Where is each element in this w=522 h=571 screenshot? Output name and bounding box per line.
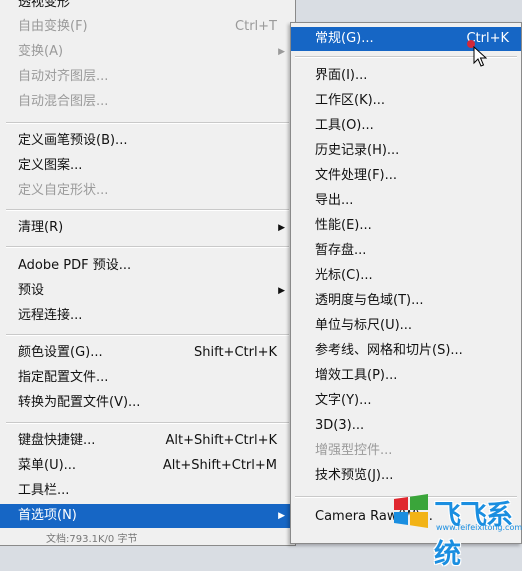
menu-item-shortcut: Alt+Shift+Ctrl+M	[162, 458, 277, 473]
submenu-arrow-icon: ▶	[278, 286, 285, 296]
edit-menu: 透视变形 自由变换(F) Ctrl+T 变换(A) ▶ 自动对齐图层... 自动混合…	[0, 0, 296, 546]
menu-item-color-settings[interactable]: 颜色设置(G)... Shift+Ctrl+K	[0, 341, 295, 365]
menu-item-label: 首选项(N)	[18, 508, 77, 523]
mouse-pointer-icon	[473, 46, 487, 67]
menu-separator	[6, 422, 289, 424]
menu-item-label: 自由变换(F)	[18, 19, 88, 34]
submenu-item-transparency-gamut[interactable]: 透明度与色域(T)...	[291, 289, 521, 313]
menu-item-label: 键盘快捷键...	[18, 433, 96, 448]
submenu-item-guides-grid-slices[interactable]: 参考线、网格和切片(S)...	[291, 339, 521, 363]
menu-item-label: 颜色设置(G)...	[18, 345, 103, 360]
menu-item-menus[interactable]: 菜单(U)... Alt+Shift+Ctrl+M	[0, 454, 295, 478]
menu-item-define-brush-preset[interactable]: 定义画笔预设(B)...	[0, 129, 295, 153]
submenu-item-3d[interactable]: 3D(3)...	[291, 414, 521, 438]
submenu-item-workspace[interactable]: 工作区(K)...	[291, 89, 521, 113]
menu-item-label: 变换(A)	[18, 44, 64, 59]
submenu-item-technology-previews[interactable]: 技术预览(J)...	[291, 464, 521, 488]
menu-separator	[6, 209, 289, 211]
menu-item-label: 文字(Y)...	[315, 393, 372, 408]
menu-item-define-custom-shape: 定义自定形状...	[0, 179, 295, 203]
menu-item-label: 界面(I)...	[315, 68, 368, 83]
menu-item-toolbar[interactable]: 工具栏...	[0, 479, 295, 503]
menu-item-label: 增效工具(P)...	[315, 368, 398, 383]
menu-item-purge[interactable]: 清理(R) ▶	[0, 216, 295, 240]
preferences-submenu: 常规(G)... Ctrl+K 界面(I)... 工作区(K)... 工具(O).…	[290, 22, 522, 544]
submenu-item-tools[interactable]: 工具(O)...	[291, 114, 521, 138]
submenu-item-performance[interactable]: 性能(E)...	[291, 214, 521, 238]
menu-item-define-pattern[interactable]: 定义图案...	[0, 154, 295, 178]
menu-item-label: 导出...	[315, 193, 354, 208]
submenu-item-units-rulers[interactable]: 单位与标尺(U)...	[291, 314, 521, 338]
menu-item-perspective-warp[interactable]: 透视变形	[0, 0, 295, 15]
status-bar-doc-size: 文档:793.1K/0 字节	[0, 528, 295, 552]
menu-item-shortcut: Ctrl+T	[235, 19, 277, 34]
menu-item-shortcut: Alt+Shift+Ctrl+K	[165, 433, 277, 448]
menu-item-adobe-pdf-presets[interactable]: Adobe PDF 预设...	[0, 254, 295, 278]
menu-separator	[6, 122, 289, 124]
menu-item-keyboard-shortcuts[interactable]: 键盘快捷键... Alt+Shift+Ctrl+K	[0, 429, 295, 453]
menu-item-label: 透明度与色域(T)...	[315, 293, 424, 308]
submenu-item-cursors[interactable]: 光标(C)...	[291, 264, 521, 288]
watermark-text: 飞飞系统	[434, 500, 513, 570]
menu-item-label: 透视变形	[18, 0, 71, 10]
submenu-item-type[interactable]: 文字(Y)...	[291, 389, 521, 413]
menu-item-label: 工具(O)...	[315, 118, 374, 133]
menu-item-label: 自动对齐图层...	[18, 69, 109, 84]
menu-item-preferences[interactable]: 首选项(N) ▶	[0, 504, 295, 528]
menu-item-auto-align-layers: 自动对齐图层...	[0, 65, 295, 89]
menu-item-shortcut: Shift+Ctrl+K	[194, 345, 277, 360]
menu-item-auto-blend-layers: 自动混合图层...	[0, 90, 295, 114]
menu-item-label: 历史记录(H)...	[315, 143, 400, 158]
menu-item-remote-connections[interactable]: 远程连接...	[0, 304, 295, 328]
submenu-item-enhanced-controls: 增强型控件...	[291, 439, 521, 463]
menu-item-label: 3D(3)...	[315, 418, 365, 433]
menu-item-label: 光标(C)...	[315, 268, 373, 283]
menu-item-label: 远程连接...	[18, 308, 83, 323]
menu-item-presets[interactable]: 预设 ▶	[0, 279, 295, 303]
menu-item-assign-profile[interactable]: 指定配置文件...	[0, 366, 295, 390]
watermark-logo: 飞飞系统 www.feifeixitong.com	[392, 486, 522, 570]
menu-item-label: 工作区(K)...	[315, 93, 386, 108]
submenu-item-history-log[interactable]: 历史记录(H)...	[291, 139, 521, 163]
menu-item-label: 工具栏...	[18, 483, 70, 498]
submenu-item-file-handling[interactable]: 文件处理(F)...	[291, 164, 521, 188]
menu-item-transform: 变换(A) ▶	[0, 40, 295, 64]
menu-item-label: 自动混合图层...	[18, 94, 109, 109]
menu-item-free-transform: 自由变换(F) Ctrl+T	[0, 15, 295, 39]
submenu-arrow-icon: ▶	[278, 511, 285, 521]
submenu-arrow-icon: ▶	[278, 47, 285, 57]
menu-item-label: 增强型控件...	[315, 443, 393, 458]
menu-separator	[6, 334, 289, 336]
menu-item-label: 菜单(U)...	[18, 458, 77, 473]
menu-item-label: 常规(G)...	[315, 31, 374, 46]
submenu-item-export[interactable]: 导出...	[291, 189, 521, 213]
menu-item-label: Adobe PDF 预设...	[18, 258, 132, 273]
menu-item-label: 预设	[18, 283, 45, 298]
menu-item-label: 暂存盘...	[315, 243, 367, 258]
menu-item-convert-to-profile[interactable]: 转换为配置文件(V)...	[0, 391, 295, 415]
menu-item-label: 定义图案...	[18, 158, 83, 173]
menu-separator	[6, 246, 289, 248]
windows-logo-icon	[394, 494, 428, 528]
menu-item-label: 单位与标尺(U)...	[315, 318, 413, 333]
submenu-arrow-icon: ▶	[278, 223, 285, 233]
menu-item-label: 技术预览(J)...	[315, 468, 394, 483]
menu-item-label: 指定配置文件...	[18, 370, 109, 385]
menu-item-label: 参考线、网格和切片(S)...	[315, 343, 463, 358]
menu-item-label: 转换为配置文件(V)...	[18, 395, 141, 410]
submenu-item-plugins[interactable]: 增效工具(P)...	[291, 364, 521, 388]
menu-item-label: 定义画笔预设(B)...	[18, 133, 128, 148]
watermark-url: www.feifeixitong.com	[436, 523, 522, 532]
menu-item-label: 定义自定形状...	[18, 183, 109, 198]
status-text: 文档:793.1K/0 字节	[46, 534, 138, 545]
menu-item-label: 清理(R)	[18, 220, 64, 235]
menu-item-label: 性能(E)...	[315, 218, 372, 233]
menu-item-label: 文件处理(F)...	[315, 168, 398, 183]
submenu-item-scratch-disks[interactable]: 暂存盘...	[291, 239, 521, 263]
